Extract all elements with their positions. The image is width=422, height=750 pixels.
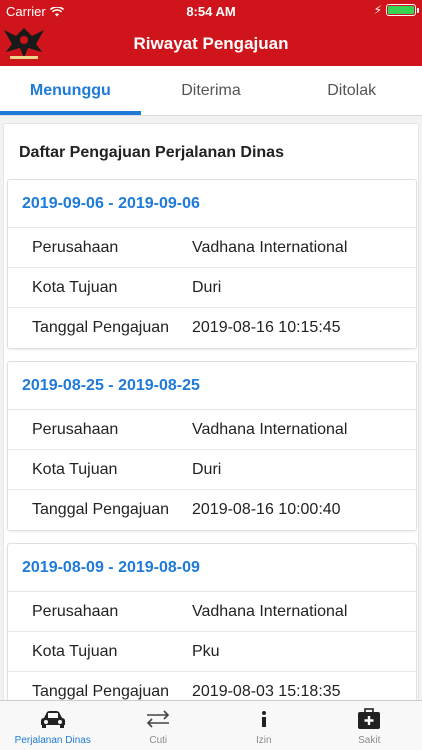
submitted-row: Tanggal Pengajuan 2019-08-16 10:15:45 <box>8 308 416 348</box>
submission-card[interactable]: 2019-08-25 - 2019-08-25 Perusahaan Vadha… <box>7 361 417 531</box>
page-title: Riwayat Pengajuan <box>133 34 289 53</box>
company-value: Vadhana International <box>192 420 348 438</box>
status-time: 8:54 AM <box>186 4 236 19</box>
car-icon <box>39 707 67 731</box>
tabbar-item-sakit[interactable]: Sakit <box>317 701 422 750</box>
bottom-tab-bar: Perjalanan Dinas Cuti Izin Sakit <box>0 700 422 750</box>
submitted-row: Tanggal Pengajuan 2019-08-03 15:18:35 <box>8 672 416 700</box>
company-label: Perusahaan <box>32 602 119 620</box>
company-value: Vadhana International <box>192 602 348 620</box>
company-row: Perusahaan Vadhana International <box>8 410 416 450</box>
tab-ditolak[interactable]: Ditolak <box>281 66 422 115</box>
tabbar-label: Sakit <box>358 735 381 746</box>
company-row: Perusahaan Vadhana International <box>8 592 416 632</box>
city-label: Kota Tujuan <box>32 642 118 660</box>
city-row: Kota Tujuan Pku <box>8 632 416 672</box>
tabbar-item-cuti[interactable]: Cuti <box>106 701 212 750</box>
submitted-label: Tanggal Pengajuan <box>32 683 170 700</box>
company-row: Perusahaan Vadhana International <box>8 228 416 268</box>
section-title: Daftar Pengajuan Perjalanan Dinas <box>19 144 284 161</box>
content-area[interactable]: Daftar Pengajuan Perjalanan Dinas 2019-0… <box>0 117 422 700</box>
city-value: Duri <box>192 278 222 296</box>
charging-icon: ⚡ <box>373 3 382 17</box>
city-value: Duri <box>192 460 222 478</box>
submitted-label: Tanggal Pengajuan <box>32 319 170 336</box>
medical-kit-icon <box>355 707 383 731</box>
city-label: Kota Tujuan <box>32 460 118 478</box>
submission-card[interactable]: 2019-09-06 - 2019-09-06 Perusahaan Vadha… <box>7 179 417 349</box>
date-range: 2019-08-25 - 2019-08-25 <box>8 362 416 410</box>
submission-card[interactable]: 2019-08-09 - 2019-08-09 Perusahaan Vadha… <box>7 543 417 700</box>
date-range: 2019-08-09 - 2019-08-09 <box>8 544 416 592</box>
submitted-value: 2019-08-03 15:18:35 <box>192 683 341 700</box>
info-icon <box>250 707 278 731</box>
tabbar-item-izin[interactable]: Izin <box>211 701 317 750</box>
app-header: Carrier 8:54 AM ⚡ Riwayat Pengajuan <box>0 0 422 66</box>
status-tabs: Menunggu Diterima Ditolak <box>0 66 422 116</box>
company-value: Vadhana International <box>192 238 348 256</box>
city-value: Pku <box>192 642 220 660</box>
city-row: Kota Tujuan Duri <box>8 450 416 490</box>
battery-icon <box>386 4 419 16</box>
tabbar-label: Perjalanan Dinas <box>14 735 91 746</box>
swap-arrows-icon <box>144 707 172 731</box>
status-bar: Carrier 8:54 AM ⚡ <box>0 0 422 22</box>
tabbar-label: Cuti <box>149 735 168 746</box>
city-row: Kota Tujuan Duri <box>8 268 416 308</box>
tabbar-item-perjalanan-dinas[interactable]: Perjalanan Dinas <box>0 701 106 750</box>
submitted-row: Tanggal Pengajuan 2019-08-16 10:00:40 <box>8 490 416 530</box>
company-label: Perusahaan <box>32 238 119 256</box>
tabbar-label: Izin <box>255 735 272 746</box>
tab-diterima[interactable]: Diterima <box>141 66 282 115</box>
submission-list-panel: Daftar Pengajuan Perjalanan Dinas 2019-0… <box>3 123 419 700</box>
city-label: Kota Tujuan <box>32 278 118 296</box>
submitted-value: 2019-08-16 10:15:45 <box>192 319 341 336</box>
tab-menunggu[interactable]: Menunggu <box>0 66 141 115</box>
date-range: 2019-09-06 - 2019-09-06 <box>8 180 416 228</box>
submitted-value: 2019-08-16 10:00:40 <box>192 501 341 518</box>
submitted-label: Tanggal Pengajuan <box>32 501 170 518</box>
company-label: Perusahaan <box>32 420 119 438</box>
